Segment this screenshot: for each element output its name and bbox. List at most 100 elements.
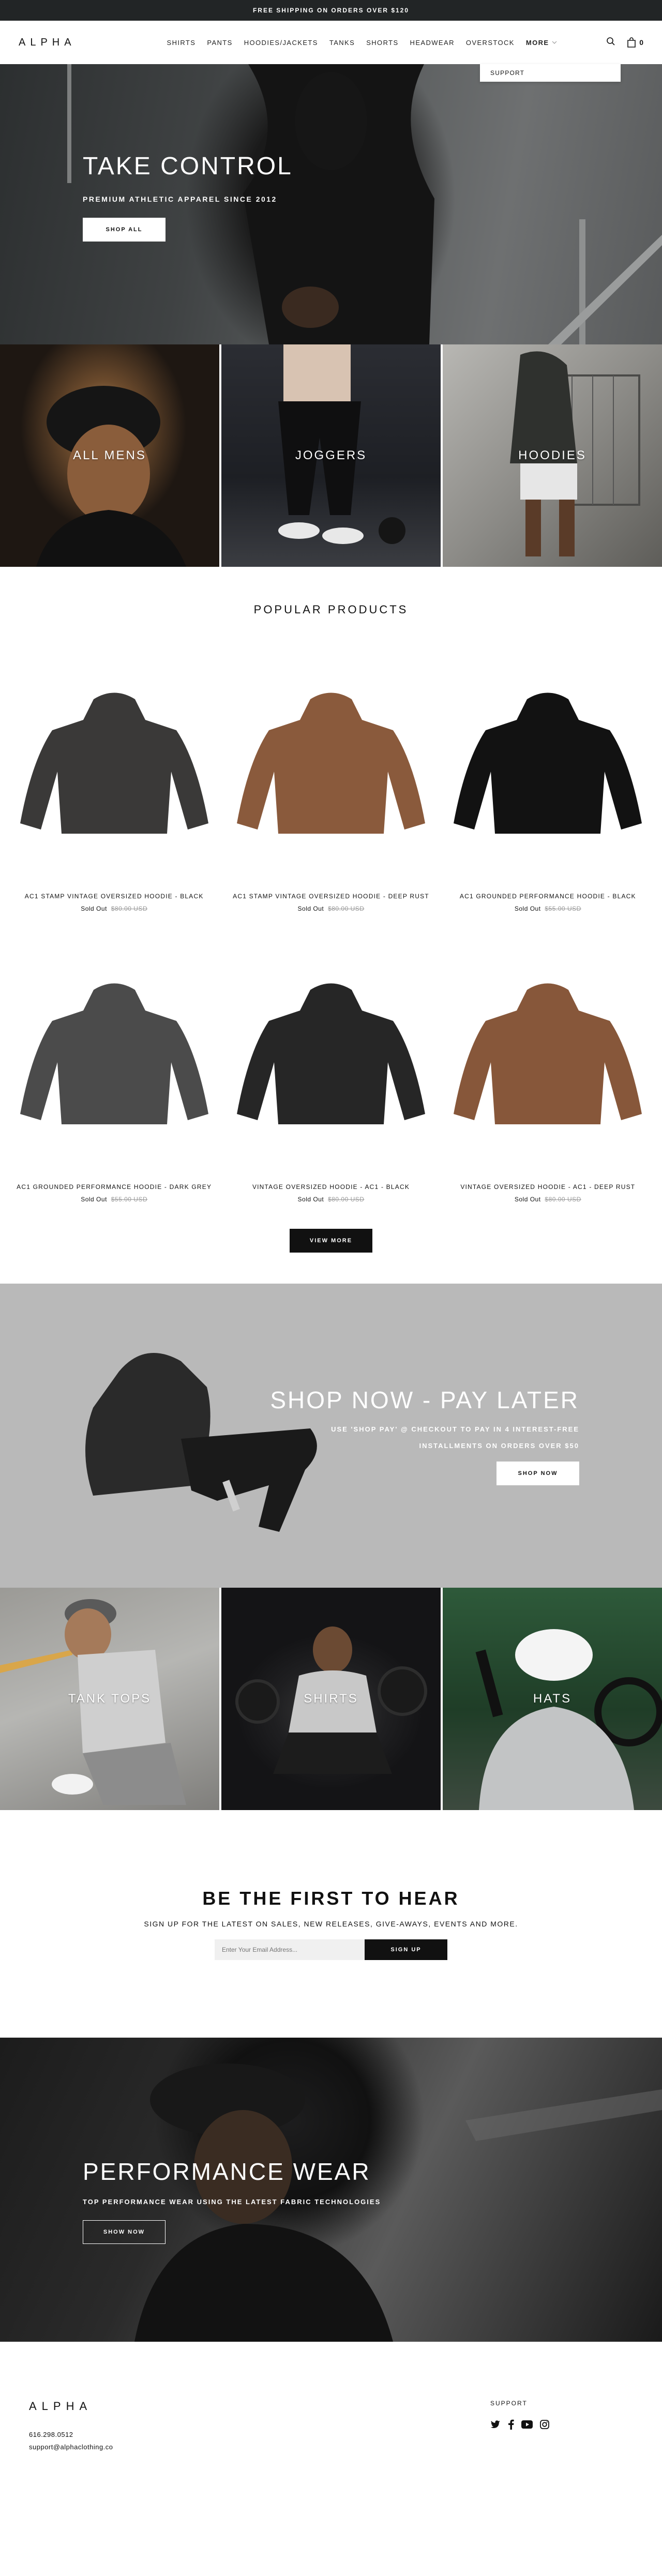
product-card[interactable]: AC1 STAMP VINTAGE OVERSIZED HOODIE - DEE… (229, 647, 432, 912)
footer-email[interactable]: support@alphaclothing.co (29, 2443, 113, 2451)
tile-label: TANK TOPS (68, 1692, 152, 1706)
nav-shorts[interactable]: SHORTS (366, 39, 398, 47)
tile-label: HOODIES (518, 448, 586, 462)
show-now-button[interactable]: SHOW NOW (83, 2220, 166, 2244)
sold-out-label: Sold Out (514, 905, 541, 912)
tile-label: SHIRTS (304, 1692, 358, 1706)
product-card[interactable]: VINTAGE OVERSIZED HOODIE - AC1 - DEEP RU… (446, 938, 650, 1203)
product-card[interactable]: VINTAGE OVERSIZED HOODIE - AC1 - BLACK S… (229, 938, 432, 1203)
nav-shirts[interactable]: SHIRTS (167, 39, 196, 47)
product-name: AC1 GROUNDED PERFORMANCE HOODIE - DARK G… (17, 1183, 212, 1191)
youtube-icon[interactable] (521, 2420, 533, 2429)
tile-label: ALL MENS (73, 448, 146, 462)
product-price: Sold Out $80.00 USD (446, 1196, 650, 1203)
search-icon[interactable] (606, 37, 615, 49)
product-name: AC1 STAMP VINTAGE OVERSIZED HOODIE - DEE… (233, 893, 429, 900)
tile-label: JOGGERS (295, 448, 367, 462)
announcement-bar: FREE SHIPPING ON ORDERS OVER $120 (0, 0, 662, 21)
cart-button[interactable]: 0 (627, 37, 643, 48)
newsletter-form: SIGN UP (0, 1939, 662, 1960)
hoodie-image (20, 983, 208, 1124)
product-card[interactable]: AC1 GROUNDED PERFORMANCE HOODIE - BLACK … (446, 647, 650, 912)
pay-later-line2: INSTALLMENTS ON ORDERS OVER $50 (419, 1442, 579, 1450)
product-image (229, 647, 432, 885)
product-price: Sold Out $80.00 USD (12, 905, 216, 912)
collection-tiles-top: ALL MENS JOGGERS HOODIES (0, 344, 662, 567)
cart-count: 0 (639, 38, 643, 47)
tile-all-mens[interactable]: ALL MENS (0, 344, 219, 567)
nav-pants[interactable]: PANTS (207, 39, 232, 47)
original-price: $55.00 USD (545, 905, 581, 912)
instagram-icon[interactable] (540, 2420, 549, 2429)
facebook-icon[interactable] (508, 2419, 514, 2430)
original-price: $80.00 USD (328, 905, 365, 912)
nav-tanks[interactable]: TANKS (329, 39, 355, 47)
nav-more-label: MORE (525, 38, 549, 47)
twitter-icon[interactable] (490, 2420, 501, 2429)
tile-shirts[interactable]: SHIRTS (221, 1588, 441, 1810)
product-card[interactable]: AC1 GROUNDED PERFORMANCE HOODIE - DARK G… (12, 938, 216, 1203)
chevron-down-icon (552, 41, 557, 44)
product-grid: AC1 STAMP VINTAGE OVERSIZED HOODIE - BLA… (0, 616, 662, 1229)
product-image (229, 938, 432, 1176)
product-image (446, 938, 650, 1176)
collection-tiles-bottom: TANK TOPS SHIRTS HATS (0, 1588, 662, 1810)
sold-out-label: Sold Out (81, 905, 107, 912)
bag-icon (627, 37, 636, 48)
newsletter-subtitle: SIGN UP FOR THE LATEST ON SALES, NEW REL… (144, 1920, 518, 1928)
dropdown-item-support[interactable]: SUPPORT (490, 69, 524, 77)
hoodie-image (454, 692, 642, 834)
hoodie-image (20, 692, 208, 834)
sold-out-label: Sold Out (514, 1196, 541, 1203)
product-name: VINTAGE OVERSIZED HOODIE - AC1 - BLACK (252, 1183, 410, 1191)
pay-later-content: SHOP NOW - PAY LATER USE 'SHOP PAY' @ CH… (270, 1386, 579, 1485)
product-name: VINTAGE OVERSIZED HOODIE - AC1 - DEEP RU… (460, 1183, 636, 1191)
performance-content: PERFORMANCE WEAR TOP PERFORMANCE WEAR US… (83, 2158, 381, 2244)
popular-products: POPULAR PRODUCTS AC1 STAMP VINTAGE OVERS… (0, 567, 662, 1284)
tile-tank-tops[interactable]: TANK TOPS (0, 1588, 219, 1810)
pay-later-line1: USE 'SHOP PAY' @ CHECKOUT TO PAY IN 4 IN… (331, 1425, 579, 1433)
nav-headwear[interactable]: HEADWEAR (410, 39, 455, 47)
pay-later-title: SHOP NOW - PAY LATER (270, 1387, 579, 1413)
nav-hoodies-jackets[interactable]: HOODIES/JACKETS (244, 39, 318, 47)
product-image (12, 938, 216, 1176)
product-image (12, 647, 216, 885)
tile-joggers[interactable]: JOGGERS (221, 344, 441, 567)
performance-title: PERFORMANCE WEAR (83, 2158, 371, 2185)
sold-out-label: Sold Out (297, 905, 324, 912)
view-more-button[interactable]: VIEW MORE (290, 1229, 372, 1253)
product-image (446, 647, 650, 885)
nav-overstock[interactable]: OVERSTOCK (466, 39, 515, 47)
logo[interactable]: ALPHA (19, 37, 153, 49)
original-price: $80.00 USD (328, 1196, 365, 1203)
sold-out-label: Sold Out (297, 1196, 324, 1203)
hero-subtitle: PREMIUM ATHLETIC APPAREL SINCE 2012 (83, 195, 277, 203)
product-card[interactable]: AC1 STAMP VINTAGE OVERSIZED HOODIE - BLA… (12, 647, 216, 912)
shop-all-button[interactable]: SHOP ALL (83, 218, 166, 242)
tile-hats[interactable]: HATS (443, 1588, 662, 1810)
hero-banner: TAKE CONTROL PREMIUM ATHLETIC APPAREL SI… (0, 64, 662, 344)
sold-out-label: Sold Out (81, 1196, 107, 1203)
original-price: $55.00 USD (111, 1196, 148, 1203)
sign-up-button[interactable]: SIGN UP (365, 1939, 447, 1960)
social-links (490, 2419, 549, 2430)
shop-now-button[interactable]: SHOP NOW (496, 1462, 579, 1485)
email-input[interactable] (215, 1939, 365, 1960)
announcement-text: FREE SHIPPING ON ORDERS OVER $120 (252, 7, 410, 14)
footer-phone[interactable]: 616.298.0512 (29, 2431, 73, 2438)
tile-hoodies[interactable]: HOODIES (443, 344, 662, 567)
main-nav: SHIRTS PANTS HOODIES/JACKETS TANKS SHORT… (153, 39, 571, 47)
site-header: ALPHA SHIRTS PANTS HOODIES/JACKETS TANKS… (0, 21, 662, 82)
view-more-wrap: VIEW MORE (0, 1229, 662, 1253)
original-price: $80.00 USD (545, 1196, 581, 1203)
hero-title: TAKE CONTROL (83, 153, 293, 180)
hero-content: TAKE CONTROL PREMIUM ATHLETIC APPAREL SI… (83, 152, 293, 242)
original-price: $80.00 USD (111, 905, 148, 912)
footer-logo[interactable]: ALPHA (29, 2400, 92, 2413)
performance-subtitle: TOP PERFORMANCE WEAR USING THE LATEST FA… (83, 2198, 381, 2206)
hoodie-image (236, 983, 425, 1124)
newsletter-title: BE THE FIRST TO HEAR (202, 1888, 460, 1909)
product-name: AC1 STAMP VINTAGE OVERSIZED HOODIE - BLA… (24, 893, 204, 900)
nav-more[interactable]: MORE (526, 39, 558, 47)
more-dropdown: SUPPORT (480, 64, 621, 82)
